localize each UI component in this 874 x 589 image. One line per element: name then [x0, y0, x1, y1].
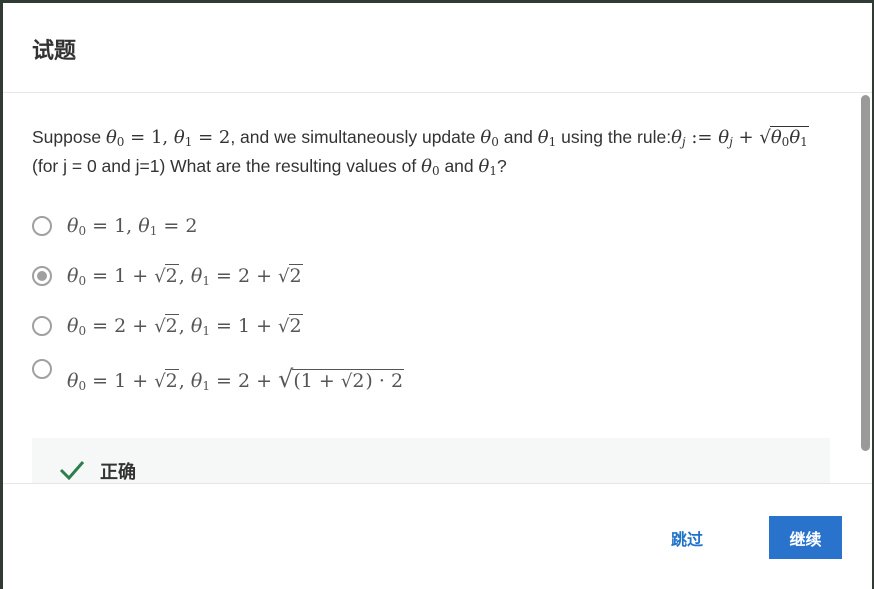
question-mid5: and [439, 156, 479, 176]
dialog-title: 试题 [32, 39, 77, 64]
answer-option-3[interactable]: θ0 = 2 + √2, θ1 = 1 + √2 [32, 309, 732, 343]
option-label: θ0 = 1 + √2, θ1 = 2 + √2 [67, 264, 303, 288]
option-label: θ0 = 1, θ1 = 2 [67, 215, 198, 238]
radio-button[interactable] [32, 359, 52, 379]
question-mid4: (for j = 0 and j=1) What are the resulti… [32, 156, 422, 176]
dialog-header: 试题 [3, 3, 872, 93]
option-label: θ0 = 1 + √2, θ1 = 2 + √(1 + √2) · 2 [67, 365, 405, 393]
continue-button[interactable]: 继续 [769, 516, 842, 559]
radio-button[interactable] [32, 216, 52, 236]
question-suffix: ? [497, 156, 507, 176]
question-math-theta1-b: θ1 [478, 156, 497, 178]
question-text: Suppose θ0 = 1, θ1 = 2, and we simultane… [32, 123, 812, 181]
question-mid3: using the rule: [556, 127, 672, 147]
question-math-rule: θj := θj + √θ0θ1 [671, 126, 809, 149]
radio-button[interactable] [32, 316, 52, 336]
option-label: θ0 = 2 + √2, θ1 = 1 + √2 [67, 314, 303, 338]
radio-button-selected[interactable] [32, 266, 52, 286]
question-math-theta1: θ1 [537, 127, 557, 149]
check-icon [59, 461, 85, 480]
skip-button[interactable]: 跳过 [671, 526, 703, 550]
question-math-theta0: θ0 [480, 127, 499, 149]
dialog-footer: 跳过 继续 [3, 483, 872, 589]
answer-option-4[interactable]: θ0 = 1 + √2, θ1 = 2 + √(1 + √2) · 2 [32, 359, 732, 393]
feedback-label: 正确 [100, 462, 136, 483]
answer-option-2[interactable]: θ0 = 1 + √2, θ1 = 2 + √2 [32, 259, 732, 293]
question-math-theta0-b: θ0 [421, 156, 440, 178]
scrollbar[interactable] [861, 95, 870, 451]
answer-option-1[interactable]: θ0 = 1, θ1 = 2 [32, 209, 732, 243]
question-math-initial: θ0 = 1, θ1 = 2 [105, 127, 231, 149]
dialog-body: Suppose θ0 = 1, θ1 = 2, and we simultane… [3, 93, 872, 483]
question-prefix: Suppose [32, 127, 106, 147]
question-mid1: , and we simultaneously update [230, 127, 481, 147]
feedback-panel: 正确 [32, 438, 830, 483]
question-mid2: and [498, 127, 538, 147]
quiz-dialog: 试题 Suppose θ0 = 1, θ1 = 2, and we simult… [3, 3, 872, 589]
